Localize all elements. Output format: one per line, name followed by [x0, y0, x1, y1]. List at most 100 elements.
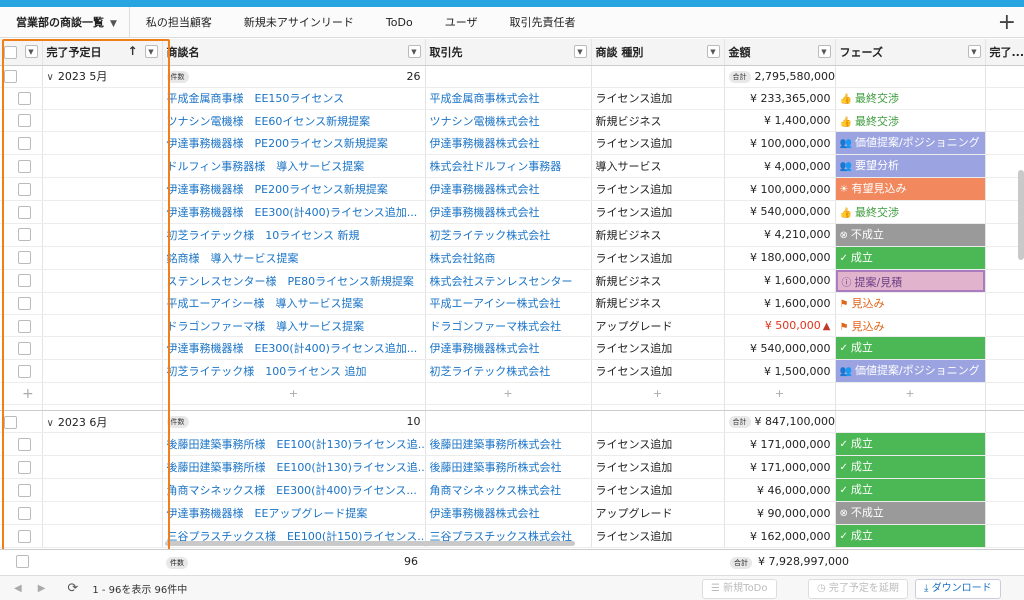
account-cell[interactable]: 角商マシネックス株式会社	[425, 478, 592, 503]
tab-0[interactable]: 営業部の商談一覧 ▼	[0, 6, 130, 38]
table-row[interactable]: 銘商様 導入サービス提案 株式会社銘商 ライセンス追加 ¥ 180,000,00…	[0, 246, 1024, 270]
select-all-checkbox[interactable]	[4, 45, 17, 59]
table-row[interactable]: ステンレスセンター様 PE80ライセンス新規提案 株式会社ステンレスセンター 新…	[0, 269, 1024, 293]
table-row[interactable]: 角商マシネックス様 EE300(計400)ライセンス... 角商マシネックス株式…	[0, 478, 1024, 503]
deal-link[interactable]: 伊達事務機器様 EE300(計400)ライセンス追加...	[167, 342, 418, 355]
deal-name-cell[interactable]: ドルフィン事務器様 導入サービス提案	[162, 154, 426, 179]
account-link[interactable]: 初芝ライテック株式会社	[430, 229, 551, 242]
refresh-icon[interactable]: ⟳	[67, 581, 78, 596]
account-cell[interactable]: 株式会社ステンレスセンター	[425, 269, 592, 293]
header-type[interactable]: 商談 種別 ▼	[591, 39, 725, 66]
deal-link[interactable]: 平成エーアイシー様 導入サービス提案	[167, 297, 364, 310]
row-checkbox[interactable]	[18, 319, 31, 333]
table-row[interactable]: 平成エーアイシー様 導入サービス提案 平成エーアイシー株式会社 新規ビジネス ¥…	[0, 292, 1024, 316]
phase-cell[interactable]: ✓ 成立	[835, 455, 986, 480]
phase-cell[interactable]: 👥 要望分析	[835, 154, 986, 179]
due-date-cell[interactable]	[42, 109, 163, 133]
header-amount[interactable]: 金額 ▼	[724, 39, 836, 66]
due-date-cell[interactable]	[42, 524, 163, 549]
amount-cell[interactable]: ¥ 540,000,000	[724, 200, 836, 224]
account-link[interactable]: 株式会社銘商	[430, 252, 496, 265]
group-checkbox[interactable]	[4, 415, 17, 429]
deal-link[interactable]: 伊達事務機器様 PE200ライセンス新規提案	[167, 137, 388, 150]
column-menu-icon[interactable]: ▼	[706, 45, 720, 58]
type-cell[interactable]: 新規ビジネス	[591, 109, 725, 133]
deal-name-cell[interactable]: 平成エーアイシー様 導入サービス提案	[162, 292, 426, 316]
account-link[interactable]: 後藤田建築事務所株式会社	[430, 438, 562, 451]
type-cell[interactable]: 新規ビジネス	[591, 292, 725, 316]
type-cell[interactable]: ライセンス追加	[591, 478, 725, 503]
table-row[interactable]: 初芝ライテック様 100ライセンス 追加 初芝ライテック株式会社 ライセンス追加…	[0, 359, 1024, 384]
phase-cell[interactable]: ⚑ 見込み	[835, 314, 986, 338]
account-cell[interactable]: 伊達事務機器株式会社	[425, 336, 592, 361]
deal-link[interactable]: 初芝ライテック様 100ライセンス 追加	[167, 365, 367, 378]
column-menu-icon[interactable]: ▼	[967, 45, 981, 58]
account-cell[interactable]: 初芝ライテック株式会社	[425, 359, 592, 384]
account-link[interactable]: ドラゴンファーマ株式会社	[430, 320, 562, 333]
table-row[interactable]: 伊達事務機器様 EE300(計400)ライセンス追加... 伊達事務機器株式会社…	[0, 200, 1024, 224]
column-menu-icon[interactable]: ▼	[573, 45, 587, 58]
account-link[interactable]: 伊達事務機器株式会社	[430, 507, 540, 520]
header-account[interactable]: 取引先 ▼	[425, 39, 592, 66]
row-checkbox[interactable]	[18, 484, 31, 498]
column-menu-icon[interactable]: ▼	[144, 45, 158, 58]
row-checkbox[interactable]	[18, 228, 31, 242]
deal-link[interactable]: 伊達事務機器様 EE300(計400)ライセンス追加...	[167, 206, 418, 219]
header-phase[interactable]: フェーズ ▼	[835, 39, 986, 66]
select-dropdown[interactable]: ▼	[24, 45, 38, 58]
deal-link[interactable]: 後藤田建築事務所様 EE100(計130)ライセンス追...	[167, 438, 425, 451]
account-cell[interactable]: 株式会社銘商	[425, 246, 592, 270]
tab-1[interactable]: 私の担当顧客	[130, 7, 228, 38]
phase-cell[interactable]: ✓ 成立	[835, 336, 986, 361]
due-date-cell[interactable]	[42, 246, 163, 270]
account-cell[interactable]: 後藤田建築事務所株式会社	[425, 432, 592, 457]
completed-cell[interactable]	[985, 524, 1024, 549]
phase-cell[interactable]: 👍 最終交渉	[835, 109, 986, 133]
amount-cell[interactable]: ¥ 90,000,000	[724, 501, 836, 526]
deal-name-cell[interactable]: 伊達事務機器様 EE300(計400)ライセンス追加...	[162, 336, 426, 361]
completed-cell[interactable]	[985, 131, 1024, 156]
add-cell-icon[interactable]: +	[724, 382, 836, 406]
deal-link[interactable]: 伊達事務機器様 EEアップグレード提案	[167, 507, 368, 520]
completed-cell[interactable]	[985, 269, 1024, 293]
table-row[interactable]: ツナシン電機様 EE60イセンス新規提案 ツナシン電機株式会社 新規ビジネス ¥…	[0, 109, 1024, 133]
type-cell[interactable]: ライセンス追加	[591, 432, 725, 457]
row-checkbox[interactable]	[18, 530, 31, 544]
completed-cell[interactable]	[985, 432, 1024, 457]
amount-cell[interactable]: ¥ 46,000,000	[724, 478, 836, 503]
row-checkbox[interactable]	[18, 297, 31, 311]
add-cell-icon[interactable]: +	[425, 382, 592, 406]
add-row[interactable]: + + + + + +	[0, 382, 1024, 406]
table-row[interactable]: 平成金属商事様 EE150ライセンス 平成金属商事株式会社 ライセンス追加 ¥ …	[0, 87, 1024, 110]
type-cell[interactable]: ライセンス追加	[591, 177, 725, 202]
row-checkbox[interactable]	[18, 205, 31, 219]
table-row[interactable]: 伊達事務機器様 PE200ライセンス新規提案 伊達事務機器株式会社 ライセンス追…	[0, 177, 1024, 202]
row-checkbox[interactable]	[18, 274, 31, 288]
phase-cell[interactable]: ⊗ 不成立	[835, 223, 986, 247]
amount-cell[interactable]: ¥ 171,000,000	[724, 455, 836, 480]
table-row[interactable]: 後藤田建築事務所様 EE100(計130)ライセンス追... 後藤田建築事務所株…	[0, 432, 1024, 457]
table-row[interactable]: 初芝ライテック様 10ライセンス 新規 初芝ライテック株式会社 新規ビジネス ¥…	[0, 223, 1024, 247]
deal-link[interactable]: ステンレスセンター様 PE80ライセンス新規提案	[167, 275, 414, 288]
completed-cell[interactable]	[985, 478, 1024, 503]
account-link[interactable]: 伊達事務機器株式会社	[430, 342, 540, 355]
due-date-cell[interactable]	[42, 269, 163, 293]
row-checkbox[interactable]	[18, 365, 31, 379]
due-date-cell[interactable]	[42, 501, 163, 526]
amount-cell[interactable]: ¥ 1,600,000	[724, 269, 836, 293]
type-cell[interactable]: 新規ビジネス	[591, 269, 725, 293]
account-link[interactable]: 伊達事務機器株式会社	[430, 137, 540, 150]
due-date-cell[interactable]	[42, 478, 163, 503]
account-link[interactable]: 角商マシネックス株式会社	[430, 484, 562, 497]
add-row-icon[interactable]: +	[0, 382, 43, 406]
due-date-cell[interactable]	[42, 432, 163, 457]
amount-cell[interactable]: ¥ 4,000,000	[724, 154, 836, 179]
account-link[interactable]: 平成エーアイシー株式会社	[430, 297, 561, 310]
type-cell[interactable]: ライセンス追加	[591, 359, 725, 384]
account-cell[interactable]: 伊達事務機器株式会社	[425, 177, 592, 202]
phase-cell[interactable]: ⓘ 提案/見積	[835, 269, 986, 293]
type-cell[interactable]: 新規ビジネス	[591, 223, 725, 247]
due-date-cell[interactable]	[42, 223, 163, 247]
deal-name-cell[interactable]: ステンレスセンター様 PE80ライセンス新規提案	[162, 269, 426, 293]
sort-asc-icon[interactable]: ↑	[127, 44, 137, 58]
